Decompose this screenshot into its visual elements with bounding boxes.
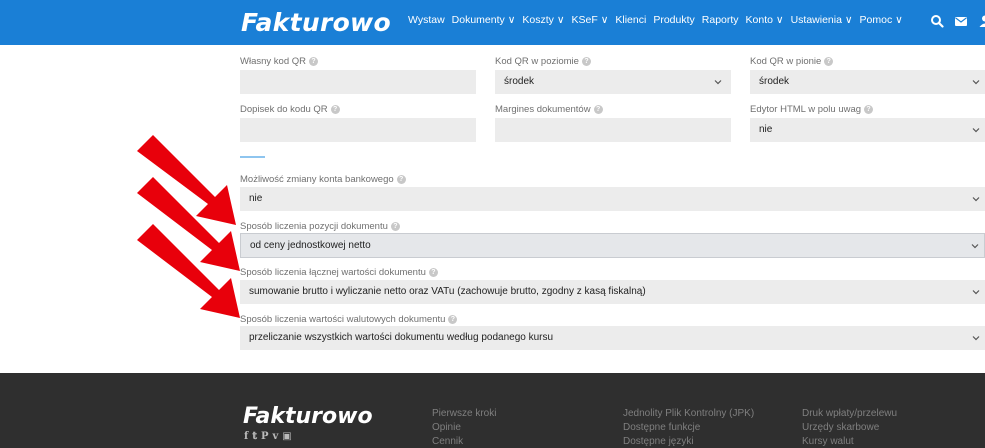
chevron-down-icon <box>972 197 980 202</box>
footer-logo[interactable]: Fakturowo <box>243 404 373 429</box>
qr-vertical-label: Kod QR w pionie? <box>750 56 834 67</box>
chevron-down-icon <box>971 244 979 249</box>
mail-icon[interactable] <box>954 13 968 29</box>
social-links: f 𝕥 P v ▣ <box>244 431 292 442</box>
help-icon[interactable]: ? <box>581 57 591 66</box>
page-footer: Fakturowo f 𝕥 P v ▣ Pierwsze kroki Opini… <box>0 373 985 448</box>
item-calculation-select[interactable]: od ceny jednostkowej netto <box>240 233 985 258</box>
qr-note-label: Dopisek do kodu QR? <box>240 104 340 115</box>
footer-link[interactable]: Pierwsze kroki <box>432 407 496 421</box>
nav-item-ksef[interactable]: KSeF ∨ <box>572 14 609 26</box>
nav-item-pomoc[interactable]: Pomoc ∨ <box>860 14 903 26</box>
footer-column-2: Jednolity Plik Kontrolny (JPK) Dostępne … <box>623 407 754 448</box>
footer-link[interactable]: Opinie <box>432 421 496 435</box>
item-calculation-label: Sposób liczenia pozycji dokumentu? <box>240 221 400 232</box>
currency-calculation-select[interactable]: przeliczanie wszystkich wartości dokumen… <box>240 326 985 350</box>
main-menu: Wystaw Dokumenty ∨ Koszty ∨ KSeF ∨ Klien… <box>408 14 910 26</box>
chevron-down-icon <box>972 128 980 133</box>
qr-vertical-select[interactable]: środek <box>750 70 985 94</box>
nav-item-ustawienia[interactable]: Ustawienia ∨ <box>791 14 853 26</box>
total-calculation-select[interactable]: sumowanie brutto i wyliczanie netto oraz… <box>240 280 985 304</box>
top-navbar: Fakturowo Wystaw Dokumenty ∨ Koszty ∨ KS… <box>0 0 985 45</box>
html-editor-label: Edytor HTML w polu uwag? <box>750 104 874 115</box>
pinterest-icon[interactable]: P <box>261 431 269 442</box>
doc-margins-label: Margines dokumentów? <box>495 104 603 115</box>
qr-note-input[interactable] <box>240 118 476 142</box>
settings-page: Fakturowo Wystaw Dokumenty ∨ Koszty ∨ KS… <box>0 0 985 448</box>
help-icon[interactable]: ? <box>824 57 834 66</box>
search-icon[interactable] <box>930 13 944 29</box>
arrow-icon <box>137 135 236 225</box>
user-icon[interactable] <box>978 13 985 29</box>
help-icon[interactable]: ? <box>390 222 400 231</box>
qr-code-label: Własny kod QR? <box>240 56 318 67</box>
footer-link[interactable]: Urzędy skarbowe <box>802 421 897 435</box>
brand-logo[interactable]: Fakturowo <box>241 8 391 37</box>
footer-link[interactable]: Druk wpłaty/przelewu <box>802 407 897 421</box>
currency-calculation-label: Sposób liczenia wartości walutowych doku… <box>240 314 458 325</box>
arrow-icon <box>137 177 240 271</box>
footer-column-3: Druk wpłaty/przelewu Urzędy skarbowe Kur… <box>802 407 897 448</box>
qr-horizontal-select[interactable]: środek <box>495 70 731 94</box>
nav-item-wystaw[interactable]: Wystaw <box>408 14 445 26</box>
chevron-down-icon <box>972 80 980 85</box>
doc-margins-input[interactable] <box>495 118 731 142</box>
facebook-icon[interactable]: f <box>244 431 248 442</box>
nav-item-koszty[interactable]: Koszty ∨ <box>522 14 564 26</box>
navbar-icons <box>930 13 985 29</box>
footer-link[interactable]: Kursy walut <box>802 435 897 448</box>
vimeo-icon[interactable]: v <box>272 431 278 442</box>
help-icon[interactable]: ? <box>330 105 340 114</box>
youtube-icon[interactable]: ▣ <box>282 431 291 442</box>
footer-link[interactable]: Dostępne funkcje <box>623 421 754 435</box>
help-icon[interactable]: ? <box>593 105 603 114</box>
html-editor-select[interactable]: nie <box>750 118 985 142</box>
arrow-icon <box>137 224 240 318</box>
help-icon[interactable]: ? <box>864 105 874 114</box>
footer-link[interactable]: Cennik <box>432 435 496 448</box>
help-icon[interactable]: ? <box>448 315 458 324</box>
footer-link[interactable]: Dostępne języki <box>623 435 754 448</box>
total-calculation-label: Sposób liczenia łącznej wartości dokumen… <box>240 267 438 278</box>
twitter-icon[interactable]: 𝕥 <box>252 431 257 442</box>
qr-code-input[interactable] <box>240 70 476 94</box>
chevron-down-icon <box>972 336 980 341</box>
bank-account-label: Możliwość zmiany konta bankowego? <box>240 174 406 185</box>
chevron-down-icon <box>714 80 722 85</box>
nav-item-klienci[interactable]: Klienci <box>615 14 646 26</box>
footer-column-1: Pierwsze kroki Opinie Cennik <box>432 407 496 448</box>
help-icon[interactable]: ? <box>396 175 406 184</box>
nav-item-produkty[interactable]: Produkty <box>653 14 694 26</box>
help-icon[interactable]: ? <box>428 268 438 277</box>
help-icon[interactable]: ? <box>309 57 318 66</box>
chevron-down-icon <box>972 290 980 295</box>
nav-item-konto[interactable]: Konto ∨ <box>746 14 784 26</box>
qr-horizontal-label: Kod QR w poziomie? <box>495 56 591 67</box>
section-divider <box>240 156 265 158</box>
nav-item-dokumenty[interactable]: Dokumenty ∨ <box>452 14 516 26</box>
footer-link[interactable]: Jednolity Plik Kontrolny (JPK) <box>623 407 754 421</box>
bank-account-select[interactable]: nie <box>240 187 985 211</box>
nav-item-raporty[interactable]: Raporty <box>702 14 739 26</box>
